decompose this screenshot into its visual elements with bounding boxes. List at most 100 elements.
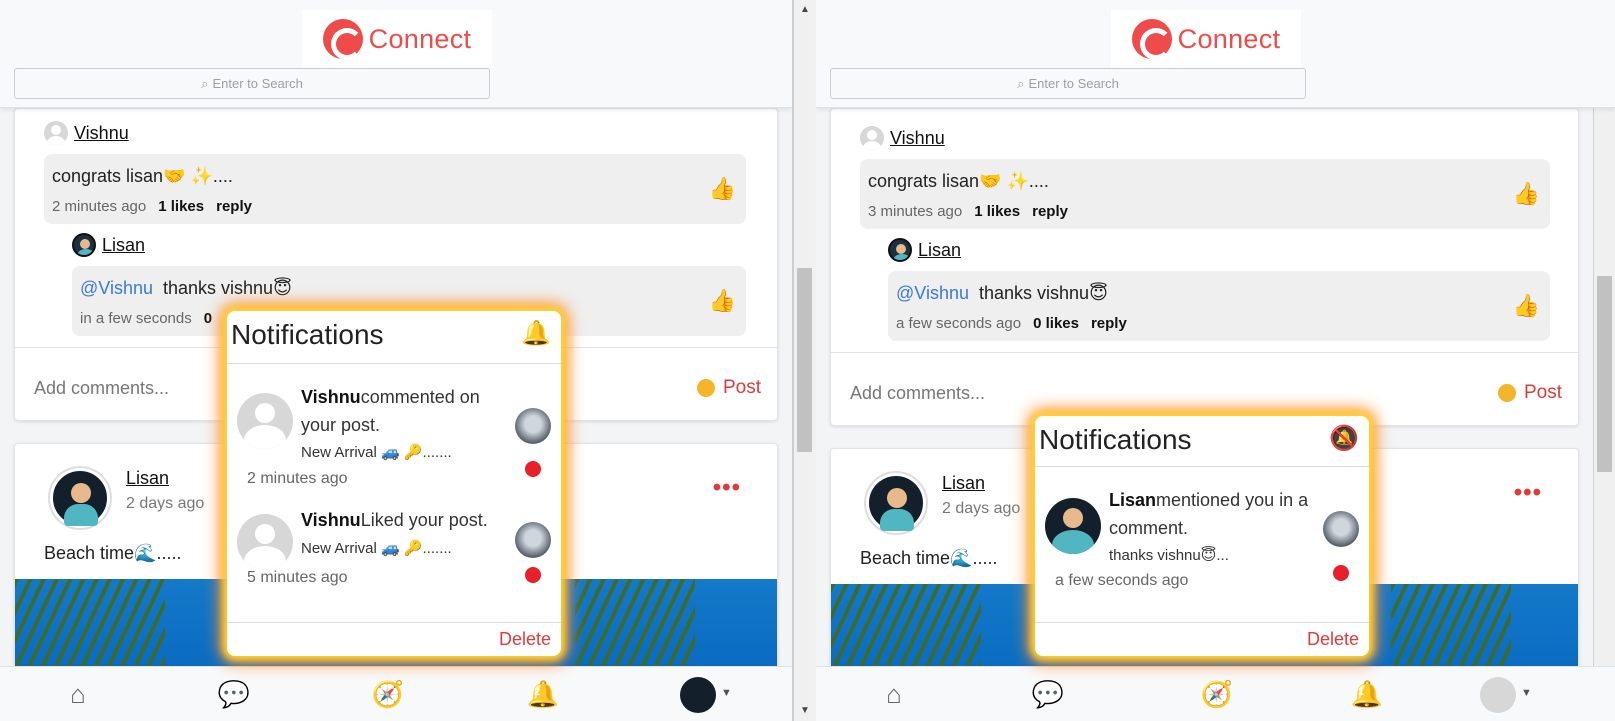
comment-bubble: congrats lisan🤝 ✨.... 2 minutes ago 1 li…	[44, 154, 746, 224]
emoji-icon[interactable]	[1497, 384, 1516, 402]
reply-meta: in a few seconds 0	[80, 310, 212, 327]
bottom-nav: ⌂ 💬 🧭 🔔 2 ▼	[0, 666, 792, 721]
caret-down-icon[interactable]: ▼	[721, 687, 732, 699]
avatar	[44, 121, 68, 145]
notification-time: 2 minutes ago	[247, 470, 348, 487]
ellipsis-icon[interactable]: •••	[713, 474, 741, 502]
comment-author-name[interactable]: Vishnu	[74, 123, 129, 144]
thumbs-up-icon[interactable]: 👍	[709, 176, 736, 202]
logo-text: Connect	[1177, 23, 1281, 54]
reply-link[interactable]: reply	[1032, 203, 1068, 220]
profile-avatar[interactable]	[1480, 677, 1516, 713]
notifications-popover: Notifications 🔔 Vishnucommented on your …	[227, 311, 561, 656]
post-button-label: Post	[1523, 382, 1562, 403]
mention-link[interactable]: @Vishnu	[80, 278, 153, 298]
scroll-down-arrow[interactable]: ▼	[794, 701, 816, 721]
thumbs-up-icon[interactable]: 👍	[1513, 293, 1540, 319]
app-logo[interactable]: Connect	[302, 10, 492, 68]
home-icon[interactable]: ⌂	[58, 679, 98, 710]
comment-meta: 2 minutes ago 1 likes reply	[52, 198, 252, 215]
delete-notifications-button[interactable]: Delete	[1307, 629, 1359, 650]
chat-icon[interactable]: 💬	[214, 679, 254, 710]
reply-link[interactable]: reply	[216, 198, 252, 215]
post-author-avatar[interactable]	[866, 473, 926, 533]
notification-text: Lisanmentioned you in a comment.	[1109, 486, 1324, 542]
logo-text: Connect	[368, 23, 472, 54]
divider	[227, 363, 561, 364]
post-thumbnail	[1323, 511, 1359, 547]
compass-icon[interactable]: 🧭	[368, 679, 408, 710]
reply-meta: a few seconds ago 0 likes reply	[896, 315, 1127, 332]
notifications-bell-icon[interactable]: 🔔 1	[1347, 679, 1387, 710]
profile-avatar[interactable]	[680, 677, 716, 713]
app-header: Connect ⌕ Enter to Search	[816, 0, 1615, 108]
notification-action: Liked your post.	[360, 510, 488, 530]
notification-item[interactable]: Vishnucommented on your post. New Arriva…	[227, 373, 561, 488]
palm-leaves	[575, 579, 695, 669]
delete-notifications-button[interactable]: Delete	[499, 629, 551, 650]
compass-icon[interactable]: 🧭	[1197, 679, 1237, 710]
comment-author[interactable]: Vishnu	[44, 121, 129, 145]
comment-author-name[interactable]: Vishnu	[890, 128, 945, 149]
notifications-bell-icon[interactable]: 🔔 2	[523, 679, 563, 710]
notifier-avatar	[237, 393, 293, 449]
unread-dot	[525, 461, 541, 477]
mention-link[interactable]: @Vishnu	[896, 283, 969, 303]
ellipsis-icon[interactable]: •••	[1514, 479, 1542, 507]
post-author-avatar[interactable]	[50, 468, 110, 528]
post-author-name[interactable]: Lisan	[942, 473, 985, 494]
bell-icon[interactable]: 🔔	[521, 319, 551, 348]
unread-dot	[525, 567, 541, 583]
divider	[1035, 466, 1369, 467]
unread-dot	[1333, 565, 1349, 581]
comments-card: Vishnu congrats lisan🤝 ✨.... 3 minutes a…	[830, 108, 1579, 426]
scroll-up-arrow[interactable]: ▲	[794, 0, 816, 20]
thumbs-up-icon[interactable]: 👍	[709, 288, 736, 314]
reply-author-name[interactable]: Lisan	[102, 235, 145, 256]
divider	[1035, 622, 1369, 623]
notifier-name: Vishnu	[301, 510, 361, 530]
reply-author-name[interactable]: Lisan	[918, 240, 961, 261]
notification-post-title: New Arrival 🚙 🔑.......	[301, 444, 452, 461]
notification-item[interactable]: Lisanmentioned you in a comment. thanks …	[1035, 476, 1369, 601]
right-window: Connect ⌕ Enter to Search Vishnu congrat…	[816, 0, 1615, 721]
palm-leaves	[15, 579, 165, 669]
search-input[interactable]: ⌕ Enter to Search	[14, 68, 490, 99]
comment-text: congrats lisan🤝 ✨....	[52, 166, 233, 186]
add-comment-input[interactable]: Add comments...	[850, 383, 985, 404]
caret-down-icon[interactable]: ▼	[1521, 687, 1532, 699]
scrollbar-thumb[interactable]	[1597, 276, 1612, 472]
post-comment-button[interactable]: Post	[696, 377, 761, 399]
post-caption: Beach time🌊.....	[860, 548, 998, 568]
thumbs-up-icon[interactable]: 👍	[1513, 181, 1540, 207]
reply-link[interactable]: reply	[1091, 315, 1127, 332]
comment-text: congrats lisan🤝 ✨....	[868, 171, 1049, 191]
notifier-name: Vishnu	[301, 387, 361, 407]
notification-preview: thanks vishnu😇...	[1109, 547, 1229, 564]
bell-slash-icon[interactable]: 🔕	[1329, 424, 1359, 453]
reply-author[interactable]: Lisan	[72, 233, 145, 257]
app-logo[interactable]: Connect	[1111, 10, 1301, 68]
reply-time: in a few seconds	[80, 310, 192, 327]
post-comment-button[interactable]: Post	[1497, 382, 1562, 404]
search-input[interactable]: ⌕ Enter to Search	[830, 68, 1306, 99]
add-comment-input[interactable]: Add comments...	[34, 378, 169, 399]
home-icon[interactable]: ⌂	[874, 679, 914, 710]
reply-text: thanks vishnu😇	[163, 278, 292, 298]
comment-author[interactable]: Vishnu	[860, 126, 945, 150]
reply-author[interactable]: Lisan	[888, 238, 961, 262]
notification-text: Vishnucommented on your post.	[301, 383, 501, 439]
chat-icon[interactable]: 💬	[1028, 679, 1068, 710]
left-scrollbar[interactable]: ▲ ▼	[793, 0, 815, 721]
notification-post-title: New Arrival 🚙 🔑.......	[301, 540, 452, 557]
divider	[831, 352, 1578, 353]
app-header: Connect ⌕ Enter to Search	[0, 0, 792, 108]
scrollbar-thumb[interactable]	[797, 268, 812, 452]
comment-meta: 3 minutes ago 1 likes reply	[868, 203, 1068, 220]
notification-item[interactable]: VishnuLiked your post. New Arrival 🚙 🔑..…	[227, 496, 561, 606]
post-thumbnail	[515, 408, 551, 444]
post-author-name[interactable]: Lisan	[126, 468, 169, 489]
post-time: 2 days ago	[942, 500, 1021, 517]
emoji-icon[interactable]	[696, 379, 715, 397]
right-scrollbar[interactable]: ▲ ▼	[1593, 0, 1615, 721]
